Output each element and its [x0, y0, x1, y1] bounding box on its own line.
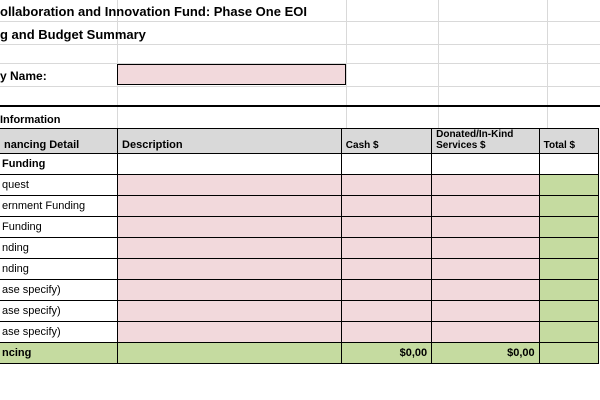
table-row: Funding: [0, 216, 600, 238]
table-row: nding: [0, 258, 600, 280]
description-cell[interactable]: [117, 195, 342, 217]
total-description-cell: [117, 342, 342, 364]
gridline: [0, 44, 600, 45]
header-cash: Cash $: [340, 128, 433, 154]
cash-cell[interactable]: [340, 174, 433, 196]
row-label: Funding: [0, 153, 119, 175]
table-row: ase specify): [0, 321, 600, 343]
section-divider: [0, 105, 600, 107]
gridline: [438, 0, 439, 128]
row-label: nding: [0, 237, 119, 259]
table-row: ase specify): [0, 300, 600, 322]
total-cell: [538, 237, 600, 259]
gridline: [346, 0, 347, 128]
in-kind-cell[interactable]: [431, 237, 540, 259]
cash-cell[interactable]: [340, 195, 433, 217]
total-cash-value: $0,00: [340, 342, 433, 364]
description-cell[interactable]: [117, 237, 342, 259]
description-cell[interactable]: [117, 321, 342, 343]
header-financing-detail: nancing Detail: [0, 128, 119, 154]
total-cell: [538, 174, 600, 196]
table-row: ernment Funding: [0, 195, 600, 217]
total-cell: [538, 216, 600, 238]
in-kind-cell[interactable]: [431, 258, 540, 280]
table-row: nding: [0, 237, 600, 259]
in-kind-cell: [431, 153, 540, 175]
cash-cell: [340, 153, 433, 175]
gridline: [0, 21, 600, 22]
total-cell: [538, 153, 600, 175]
gridline: [0, 86, 600, 87]
table-header-row: nancing Detail Description Cash $ Donate…: [0, 128, 600, 154]
total-cell: [538, 279, 600, 301]
sheet-subtitle: g and Budget Summary: [0, 27, 146, 42]
entity-name-label: y Name:: [0, 69, 47, 83]
total-cell: [538, 300, 600, 322]
budget-table: nancing Detail Description Cash $ Donate…: [0, 128, 600, 364]
header-description: Description: [117, 128, 342, 154]
cash-cell[interactable]: [340, 279, 433, 301]
entity-name-input[interactable]: [117, 64, 346, 85]
total-in-kind-value: $0,00: [431, 342, 540, 364]
row-label: ase specify): [0, 300, 119, 322]
description-cell: [117, 153, 342, 175]
row-label: Funding: [0, 216, 119, 238]
row-label: ase specify): [0, 279, 119, 301]
table-row: Funding: [0, 153, 600, 175]
total-cell: [538, 321, 600, 343]
row-label: nding: [0, 258, 119, 280]
spreadsheet: ollaboration and Innovation Fund: Phase …: [0, 0, 600, 400]
row-label: quest: [0, 174, 119, 196]
total-row: ncing $0,00 $0,00: [0, 342, 600, 364]
header-in-kind: Donated/In-Kind Services $: [431, 128, 540, 154]
total-label: ncing: [0, 342, 119, 364]
cash-cell[interactable]: [340, 237, 433, 259]
description-cell[interactable]: [117, 258, 342, 280]
cash-cell[interactable]: [340, 258, 433, 280]
in-kind-cell[interactable]: [431, 321, 540, 343]
table-row: ase specify): [0, 279, 600, 301]
row-label: ernment Funding: [0, 195, 119, 217]
description-cell[interactable]: [117, 279, 342, 301]
row-label: ase specify): [0, 321, 119, 343]
description-cell[interactable]: [117, 300, 342, 322]
grand-total-cell: [538, 342, 600, 364]
table-row: quest: [0, 174, 600, 196]
in-kind-cell[interactable]: [431, 300, 540, 322]
in-kind-cell[interactable]: [431, 216, 540, 238]
in-kind-cell[interactable]: [431, 279, 540, 301]
total-cell: [538, 258, 600, 280]
cash-cell[interactable]: [340, 321, 433, 343]
gridline: [547, 0, 548, 128]
in-kind-cell[interactable]: [431, 195, 540, 217]
section-label: Information: [0, 114, 61, 126]
cash-cell[interactable]: [340, 300, 433, 322]
total-cell: [538, 195, 600, 217]
sheet-title: ollaboration and Innovation Fund: Phase …: [0, 4, 307, 19]
description-cell[interactable]: [117, 174, 342, 196]
description-cell[interactable]: [117, 216, 342, 238]
cash-cell[interactable]: [340, 216, 433, 238]
in-kind-cell[interactable]: [431, 174, 540, 196]
header-total: Total $: [538, 128, 600, 154]
